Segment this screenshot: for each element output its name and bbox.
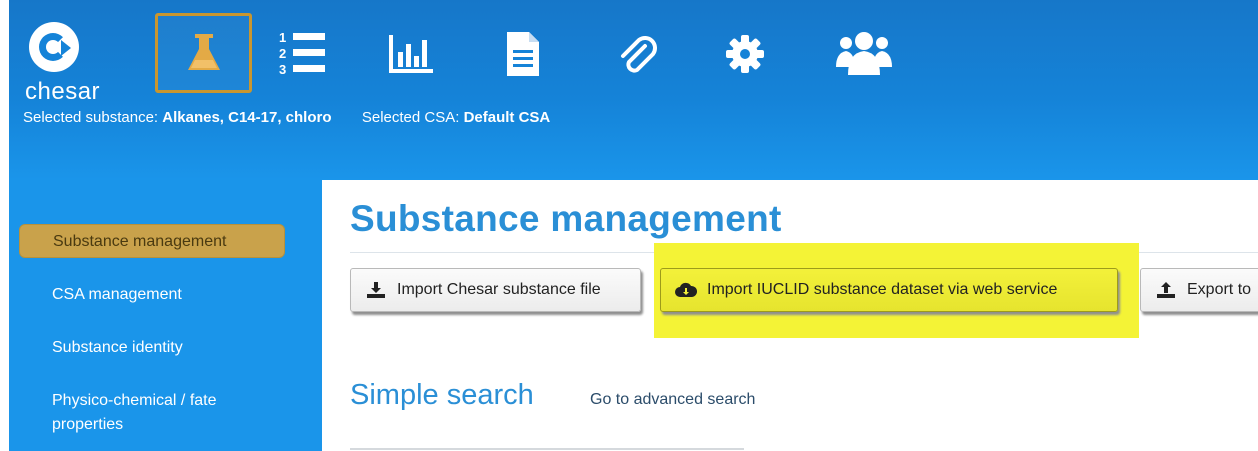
upload-icon [1155,281,1177,299]
document-icon [507,32,539,76]
bar-chart-icon [389,35,433,73]
app-header: chesar 1 2 3 Selected substance: Alkanes… [9,0,1258,180]
paperclip-icon [621,36,657,73]
sidebar-item-csa-management[interactable]: CSA management [19,283,285,307]
gear-icon [726,35,764,73]
page-title: Substance management [350,198,782,239]
main-content: Substance management Import Chesar subst… [322,180,1258,451]
nav-attachments-button[interactable] [597,14,677,94]
flask-icon [187,34,220,70]
svg-text:3: 3 [279,62,286,77]
sidebar: Substance management CSA management Subs… [9,180,322,451]
nav-settings-button[interactable] [705,14,785,94]
chesar-logo[interactable]: chesar [23,16,113,106]
nav-report-button[interactable] [483,14,563,94]
nav-substance-button[interactable] [155,13,252,93]
left-border [0,0,9,451]
sidebar-item-label: Substance management [53,233,227,250]
import-iuclid-label: Import IUCLID substance dataset via web … [707,281,1058,298]
import-chesar-button[interactable]: Import Chesar substance file [350,268,641,312]
selected-csa-label: Selected CSA: [361,109,460,126]
numbered-list-icon: 1 2 3 [279,30,325,77]
cloud-download-icon [675,282,697,298]
export-label: Export to [1187,281,1252,298]
advanced-search-link[interactable]: Go to advanced search [590,391,755,409]
sidebar-item-substance-management[interactable]: Substance management [19,224,285,258]
logo-text: chesar [25,78,101,105]
sidebar-item-physico-chemical[interactable]: Physico-chemical / fate properties [19,389,259,437]
selected-substance-label: Selected substance: [23,109,159,126]
import-chesar-label: Import Chesar substance file [397,281,601,298]
svg-text:1: 1 [279,30,286,45]
export-button[interactable]: Export to [1140,268,1258,312]
nav-list-button[interactable]: 1 2 3 [264,14,344,94]
download-icon [365,281,387,299]
logo-arrow [61,40,71,56]
selected-csa-value: Default CSA [463,109,551,126]
simple-search-heading: Simple search [350,379,534,411]
sidebar-item-substance-identity[interactable]: Substance identity [19,336,285,360]
nav-chart-button[interactable] [371,14,451,94]
sidebar-item-label: Substance identity [52,339,183,356]
selection-status: Selected substance: Alkanes, C14-17, chl… [23,109,550,126]
selected-substance-value: Alkanes, C14-17, chloro [162,109,332,126]
nav-users-button[interactable] [824,14,904,94]
search-divider [350,448,744,450]
svg-text:2: 2 [279,46,286,61]
sidebar-item-label: CSA management [52,286,182,303]
users-icon [836,32,892,75]
sidebar-item-label: Physico-chemical / fate properties [52,392,217,433]
import-iuclid-button[interactable]: Import IUCLID substance dataset via web … [660,268,1118,312]
